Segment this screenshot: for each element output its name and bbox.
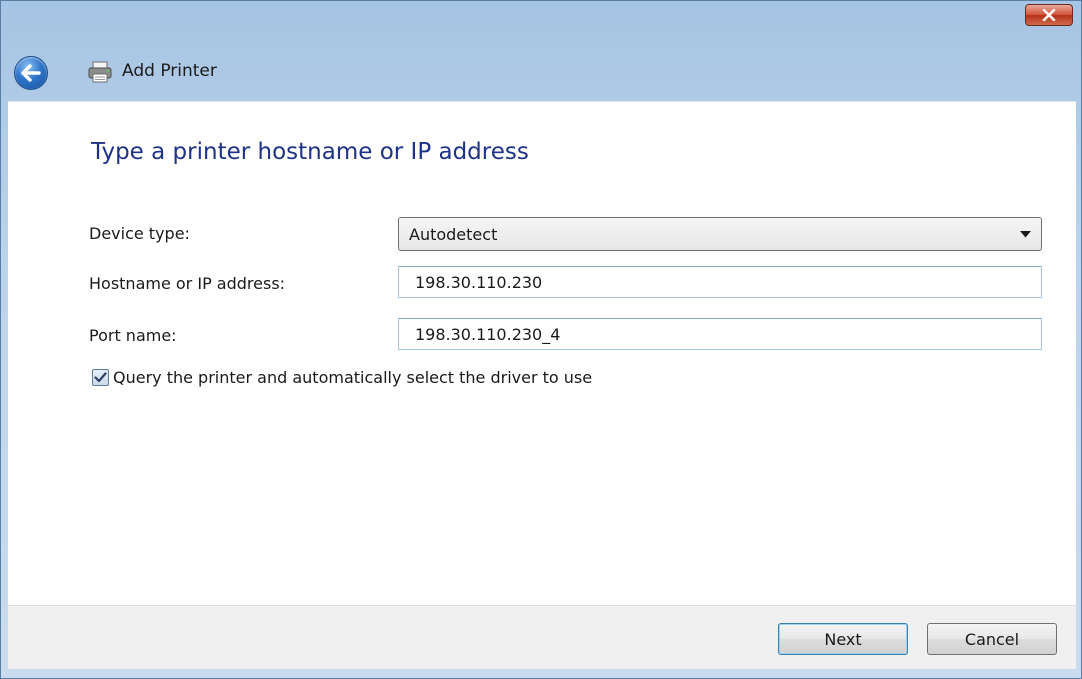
add-printer-dialog: Add Printer Type a printer hostname or I… [0,0,1082,679]
printer-icon [88,61,112,83]
next-button[interactable]: Next [778,623,908,655]
port-name-label: Port name: [89,326,177,345]
title-bar: Add Printer [1,1,1081,101]
back-arrow-icon [21,64,41,82]
query-printer-label: Query the printer and automatically sele… [113,368,593,387]
checkmark-icon [94,372,107,383]
hostname-label: Hostname or IP address: [89,274,286,293]
query-printer-option[interactable]: Query the printer and automatically sele… [92,368,592,387]
window-title: Add Printer [122,61,217,81]
device-type-value: Autodetect [409,224,498,244]
query-printer-checkbox[interactable] [92,369,109,386]
close-icon [1042,9,1056,21]
hostname-input[interactable]: 198.30.110.230 [398,266,1042,298]
close-button[interactable] [1025,4,1073,26]
cancel-button[interactable]: Cancel [927,623,1057,655]
port-name-input[interactable]: 198.30.110.230_4 [398,318,1042,350]
back-button[interactable] [14,56,48,90]
chevron-down-icon [1020,231,1031,238]
device-type-label: Device type: [89,224,190,243]
content-panel: Type a printer hostname or IP address De… [8,101,1076,605]
button-bar: Next Cancel [8,605,1076,669]
device-type-select[interactable]: Autodetect [398,217,1042,251]
page-heading: Type a printer hostname or IP address [91,139,529,165]
